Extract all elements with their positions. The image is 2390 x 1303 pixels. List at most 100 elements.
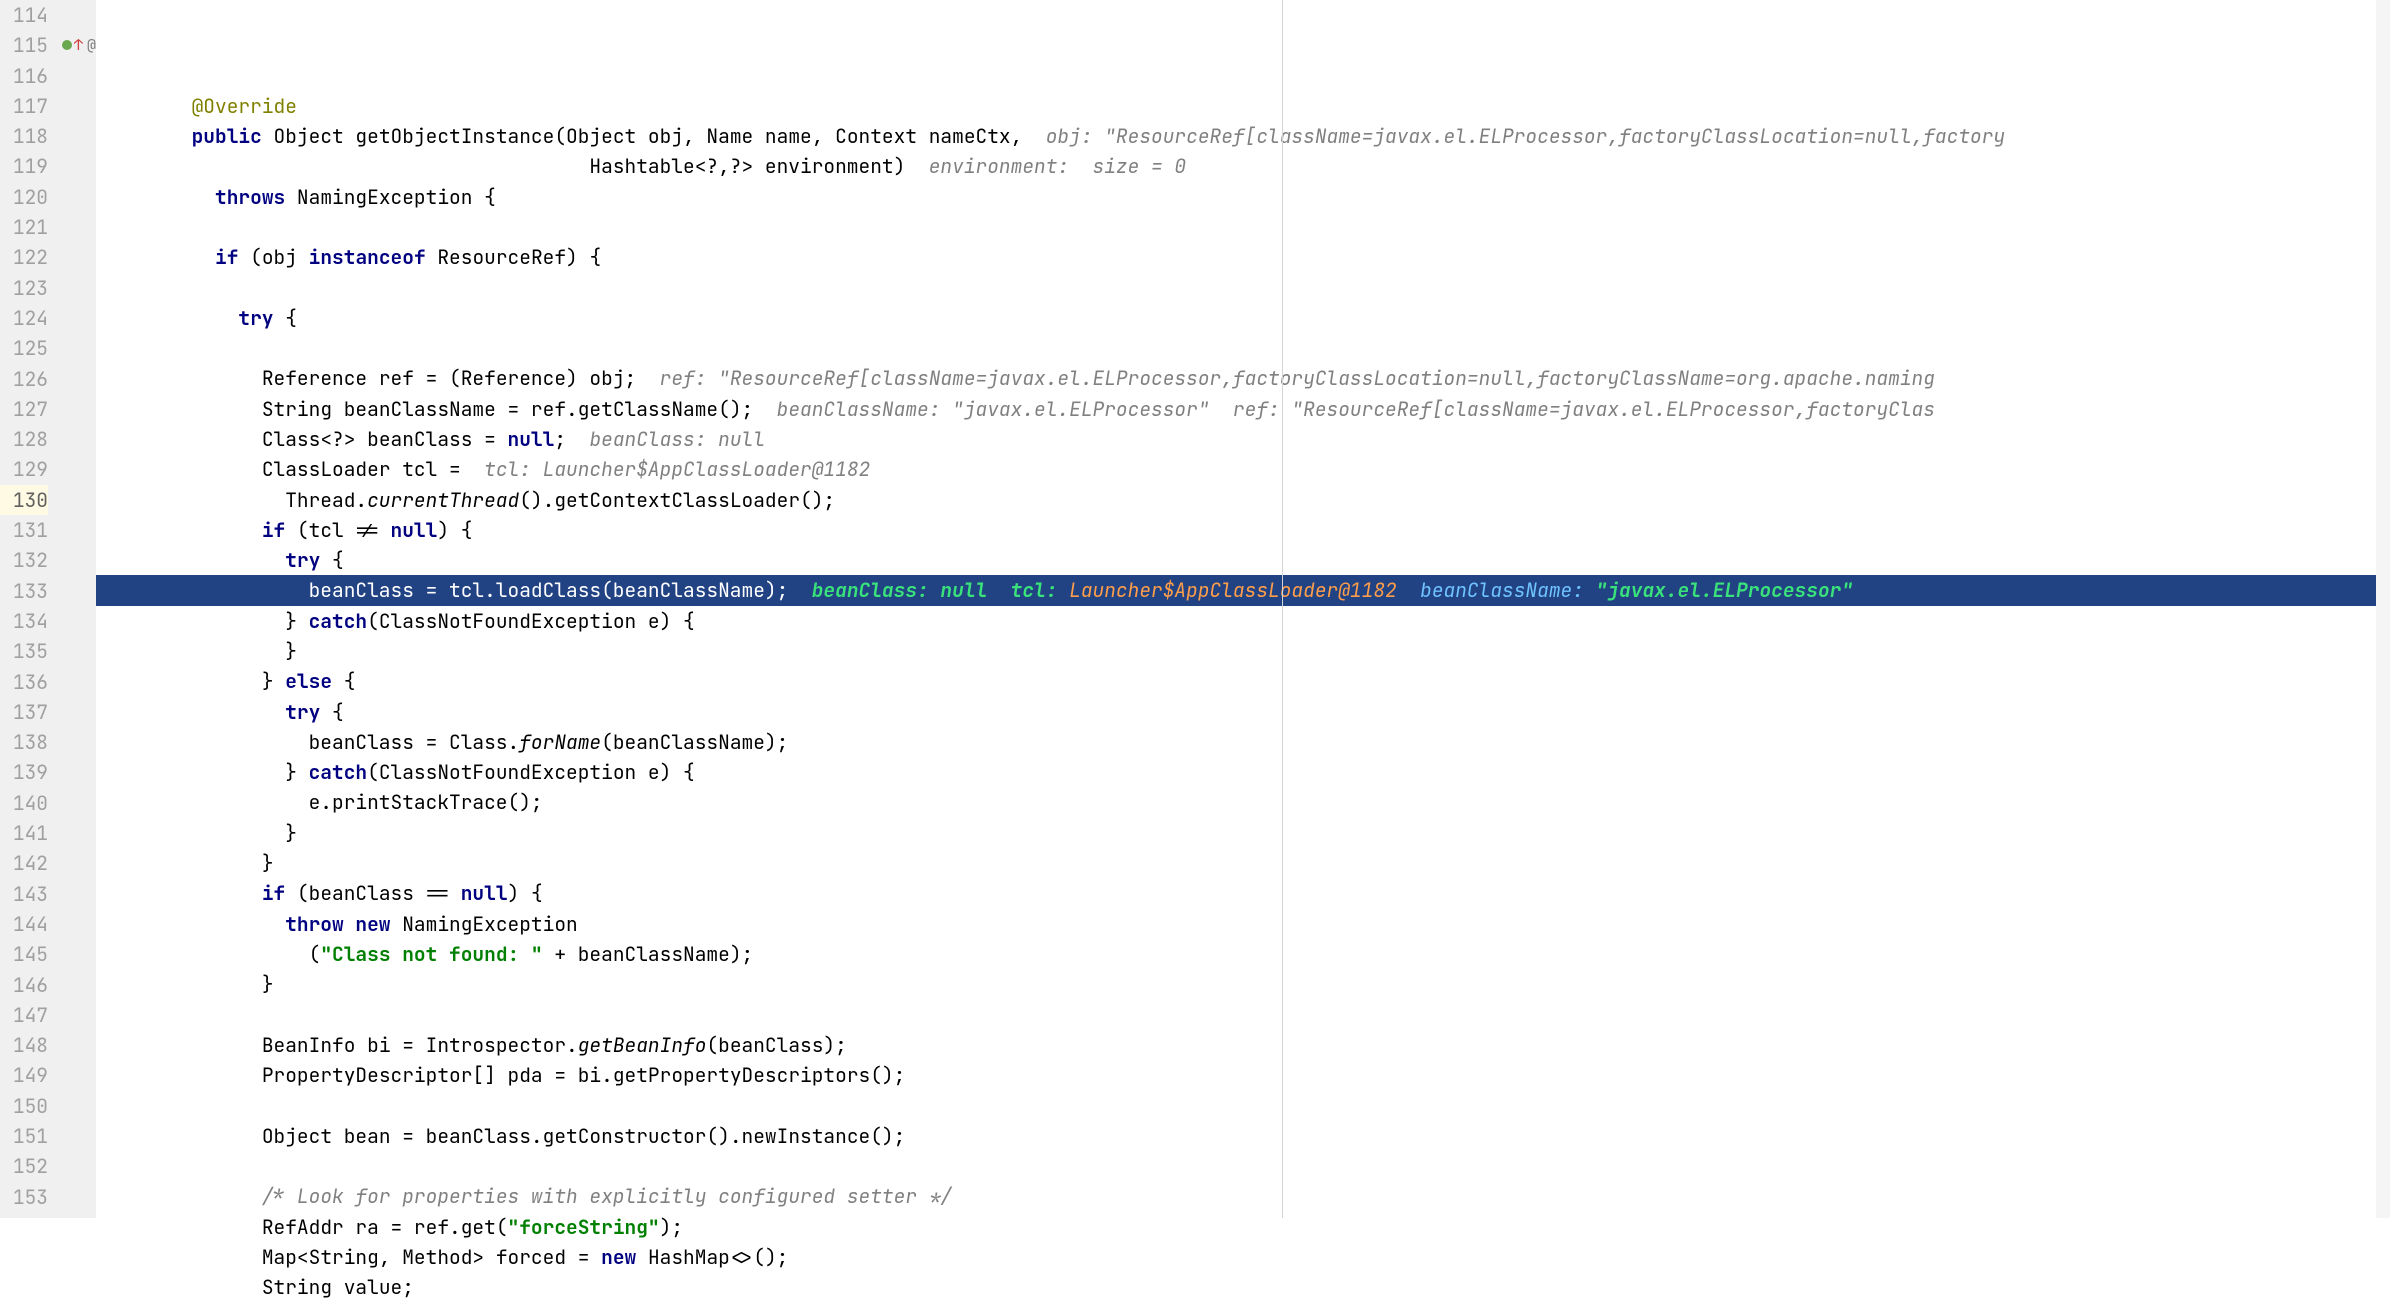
- code-line[interactable]: Map<String, Method> forced = new HashMap…: [96, 1242, 2376, 1272]
- line-number[interactable]: 144: [0, 909, 48, 939]
- code-line[interactable]: }: [96, 848, 2376, 878]
- line-number[interactable]: 132: [0, 545, 48, 575]
- line-number[interactable]: 141: [0, 818, 48, 848]
- code-line[interactable]: throw new NamingException: [96, 909, 2376, 939]
- line-number[interactable]: 149: [0, 1060, 48, 1090]
- line-number[interactable]: 146: [0, 970, 48, 1000]
- line-number[interactable]: 143: [0, 879, 48, 909]
- line-number[interactable]: 130: [0, 485, 48, 515]
- line-number[interactable]: 124: [0, 303, 48, 333]
- line-number[interactable]: 137: [0, 697, 48, 727]
- code-token: forName: [519, 729, 601, 755]
- line-number[interactable]: 114: [0, 0, 48, 30]
- code-line[interactable]: beanClass = tcl.loadClass(beanClassName)…: [96, 575, 2376, 605]
- code-line[interactable]: }: [96, 636, 2376, 666]
- code-line[interactable]: [96, 333, 2376, 363]
- line-number[interactable]: 134: [0, 606, 48, 636]
- code-line[interactable]: @Override: [96, 91, 2376, 121]
- line-number[interactable]: 136: [0, 667, 48, 697]
- code-line[interactable]: if (beanClass == null) {: [96, 878, 2376, 908]
- code-line[interactable]: [96, 212, 2376, 242]
- code-line[interactable]: Thread.currentThread().getContextClassLo…: [96, 485, 2376, 515]
- gutter-override-icon[interactable]: ↑@: [60, 30, 96, 60]
- line-number[interactable]: 120: [0, 182, 48, 212]
- code-token: }: [285, 820, 297, 846]
- code-line[interactable]: try {: [96, 303, 2376, 333]
- code-line[interactable]: } else {: [96, 666, 2376, 696]
- code-line[interactable]: String beanClassName = ref.getClassName(…: [96, 394, 2376, 424]
- line-number[interactable]: 119: [0, 151, 48, 181]
- code-line[interactable]: Reference ref = (Reference) obj; ref: "R…: [96, 363, 2376, 393]
- code-token: beanClass = Class.: [309, 729, 520, 755]
- code-line[interactable]: throws NamingException {: [96, 182, 2376, 212]
- code-token: catch: [309, 759, 368, 785]
- code-line[interactable]: Class<?> beanClass = null; beanClass: nu…: [96, 424, 2376, 454]
- code-line[interactable]: public Object getObjectInstance(Object o…: [96, 121, 2376, 151]
- line-number[interactable]: 139: [0, 757, 48, 787]
- code-token: obj: "ResourceRef[className=javax.el.ELP…: [1046, 123, 2005, 149]
- line-number[interactable]: 122: [0, 242, 48, 272]
- line-number[interactable]: 152: [0, 1151, 48, 1181]
- vertical-scrollbar[interactable]: [2376, 0, 2390, 1218]
- line-number[interactable]: 138: [0, 727, 48, 757]
- code-area[interactable]: @Override public Object getObjectInstanc…: [96, 0, 2376, 1218]
- code-line[interactable]: [96, 272, 2376, 302]
- line-number[interactable]: 148: [0, 1030, 48, 1060]
- line-number[interactable]: 116: [0, 61, 48, 91]
- code-line[interactable]: ClassLoader tcl = tcl: Launcher$AppClass…: [96, 454, 2376, 484]
- line-number[interactable]: 147: [0, 1000, 48, 1030]
- code-line[interactable]: try {: [96, 545, 2376, 575]
- code-token: beanClassName:: [1397, 577, 1596, 603]
- line-number[interactable]: 129: [0, 454, 48, 484]
- line-number[interactable]: 131: [0, 515, 48, 545]
- code-line[interactable]: [96, 1000, 2376, 1030]
- line-number[interactable]: 118: [0, 121, 48, 151]
- line-number[interactable]: 150: [0, 1091, 48, 1121]
- code-line[interactable]: BeanInfo bi = Introspector.getBeanInfo(b…: [96, 1030, 2376, 1060]
- code-line[interactable]: e.printStackTrace();: [96, 787, 2376, 817]
- line-number[interactable]: 127: [0, 394, 48, 424]
- code-line[interactable]: } catch(ClassNotFoundException e) {: [96, 757, 2376, 787]
- line-number[interactable]: 135: [0, 636, 48, 666]
- code-line[interactable]: /* Look for properties with explicitly c…: [96, 1181, 2376, 1211]
- code-token: beanClass: null: [589, 426, 765, 452]
- code-token: }: [285, 638, 297, 664]
- gutter-icon-strip[interactable]: ↑@: [60, 0, 96, 1218]
- code-line[interactable]: PropertyDescriptor[] pda = bi.getPropert…: [96, 1060, 2376, 1090]
- code-line[interactable]: }: [96, 818, 2376, 848]
- code-token: getBeanInfo: [578, 1032, 707, 1058]
- code-token: try: [238, 305, 285, 331]
- code-token: try: [285, 699, 332, 725]
- code-line[interactable]: [96, 1151, 2376, 1181]
- code-line[interactable]: if (tcl != null) {: [96, 515, 2376, 545]
- line-number-gutter[interactable]: 1141151161171181191201211221231241251261…: [0, 0, 60, 1218]
- code-token: ) {: [437, 517, 472, 543]
- code-line[interactable]: beanClass = Class.forName(beanClassName)…: [96, 727, 2376, 757]
- code-token: PropertyDescriptor[] pda = bi.getPropert…: [262, 1062, 906, 1088]
- code-editor: 1141151161171181191201211221231241251261…: [0, 0, 2390, 1218]
- code-line[interactable]: String value;: [96, 1272, 2376, 1302]
- code-line[interactable]: try {: [96, 697, 2376, 727]
- line-number[interactable]: 133: [0, 576, 48, 606]
- code-token: NamingException {: [297, 184, 496, 210]
- line-number[interactable]: 140: [0, 788, 48, 818]
- code-line[interactable]: ("Class not found: " + beanClassName);: [96, 939, 2376, 969]
- line-number[interactable]: 142: [0, 848, 48, 878]
- code-line[interactable]: Hashtable<?,?> environment) environment:…: [96, 151, 2376, 181]
- line-number[interactable]: 125: [0, 333, 48, 363]
- code-line[interactable]: } catch(ClassNotFoundException e) {: [96, 606, 2376, 636]
- line-number[interactable]: 121: [0, 212, 48, 242]
- line-number[interactable]: 153: [0, 1182, 48, 1212]
- line-number[interactable]: 123: [0, 273, 48, 303]
- code-line[interactable]: }: [96, 969, 2376, 999]
- code-line[interactable]: if (obj instanceof ResourceRef) {: [96, 242, 2376, 272]
- line-number[interactable]: 151: [0, 1121, 48, 1151]
- line-number[interactable]: 117: [0, 91, 48, 121]
- line-number[interactable]: 128: [0, 424, 48, 454]
- code-line[interactable]: [96, 1090, 2376, 1120]
- code-line[interactable]: RefAddr ra = ref.get("forceString");: [96, 1212, 2376, 1242]
- code-line[interactable]: Object bean = beanClass.getConstructor()…: [96, 1121, 2376, 1151]
- line-number[interactable]: 145: [0, 939, 48, 969]
- line-number[interactable]: 126: [0, 364, 48, 394]
- line-number[interactable]: 115: [0, 30, 48, 60]
